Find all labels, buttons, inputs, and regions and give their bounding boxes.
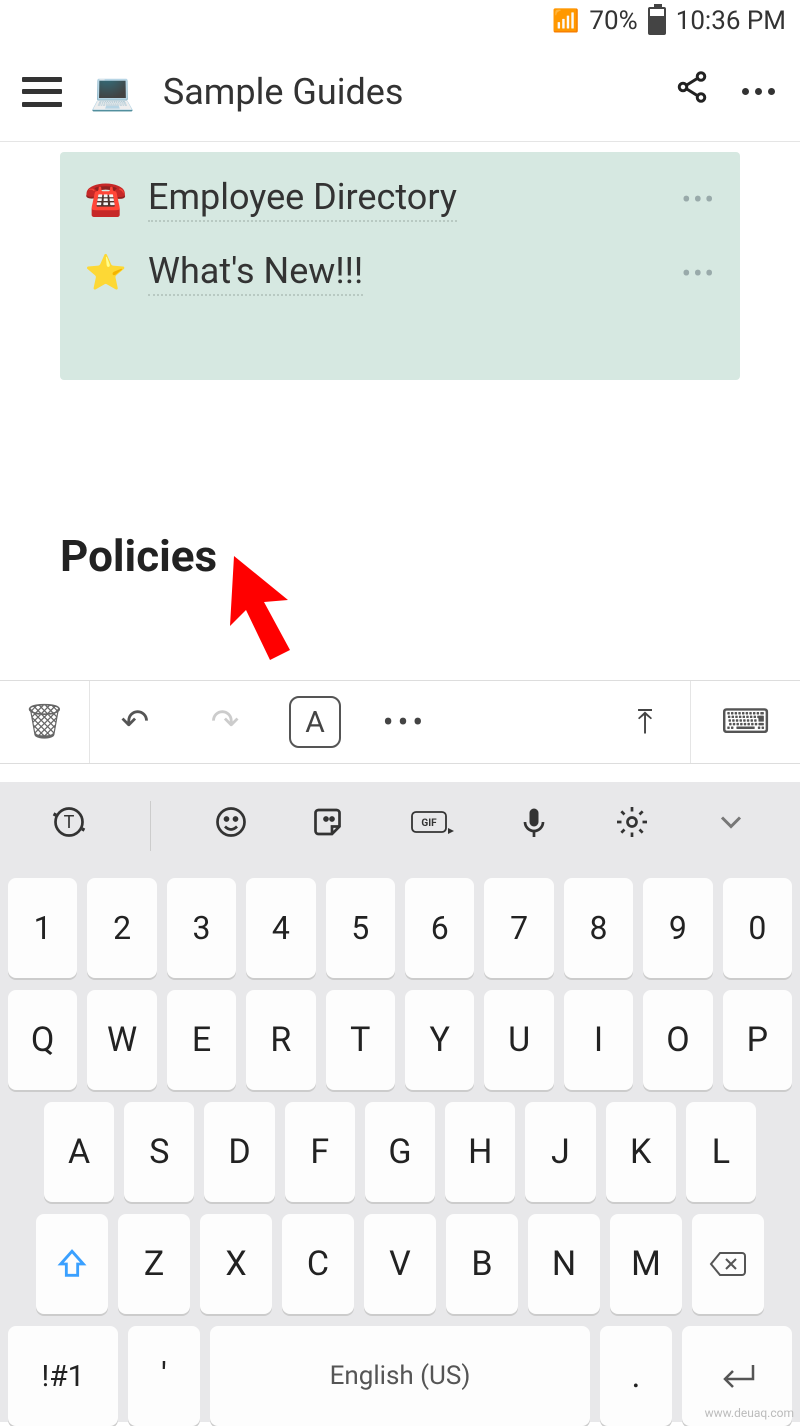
key-backspace[interactable] xyxy=(692,1214,764,1314)
key-6[interactable]: 6 xyxy=(405,878,474,978)
key-period[interactable]: . xyxy=(600,1326,672,1426)
key-x[interactable]: X xyxy=(200,1214,272,1314)
key-row-numbers: 1 2 3 4 5 6 7 8 9 0 xyxy=(8,878,792,978)
key-9[interactable]: 9 xyxy=(643,878,712,978)
app-bar: 💻 Sample Guides xyxy=(0,42,800,142)
key-s[interactable]: S xyxy=(124,1102,194,1202)
watermark: www.deuaq.com xyxy=(705,1406,794,1420)
key-1[interactable]: 1 xyxy=(8,878,77,978)
svg-text:GIF: GIF xyxy=(421,818,437,829)
list-item: ☎️ Employee Directory ••• xyxy=(60,162,740,236)
heading-policies[interactable]: Policies xyxy=(60,530,800,582)
content-area: ☎️ Employee Directory ••• ⭐ What's New!!… xyxy=(0,152,800,582)
key-row-3: Z X C V B N M xyxy=(8,1214,792,1314)
phone-icon: ☎️ xyxy=(84,179,128,219)
toolbar-more-icon[interactable]: ••• xyxy=(360,681,450,763)
key-row-2: A S D F G H J K L xyxy=(8,1102,792,1202)
battery-percent: 70% xyxy=(589,6,637,36)
link-whats-new[interactable]: What's New!!! xyxy=(148,250,363,296)
keyboard: 1 2 3 4 5 6 7 8 9 0 Q W E R T Y U I O P … xyxy=(0,870,800,1422)
editor-toolbar: 🗑 ↶ ↷ A ••• ⤒ ⌨ xyxy=(0,680,800,764)
clock: 10:36 PM xyxy=(676,6,786,36)
key-g[interactable]: G xyxy=(365,1102,435,1202)
key-u[interactable]: U xyxy=(484,990,553,1090)
key-2[interactable]: 2 xyxy=(87,878,156,978)
key-k[interactable]: K xyxy=(606,1102,676,1202)
key-l[interactable]: L xyxy=(686,1102,756,1202)
key-i[interactable]: I xyxy=(564,990,633,1090)
key-7[interactable]: 7 xyxy=(484,878,553,978)
redo-icon: ↷ xyxy=(180,681,270,763)
key-h[interactable]: H xyxy=(445,1102,515,1202)
sticker-icon[interactable] xyxy=(311,804,347,849)
key-f[interactable]: F xyxy=(285,1102,355,1202)
keyboard-toolbar: T GIF xyxy=(0,782,800,870)
key-space[interactable]: English (US) xyxy=(210,1326,590,1426)
gif-icon[interactable]: GIF xyxy=(410,804,454,849)
key-row-4: !#1 ' English (US) . xyxy=(8,1326,792,1426)
key-v[interactable]: V xyxy=(364,1214,436,1314)
key-4[interactable]: 4 xyxy=(246,878,315,978)
key-e[interactable]: E xyxy=(167,990,236,1090)
key-apostrophe[interactable]: ' xyxy=(128,1326,200,1426)
share-icon[interactable] xyxy=(674,69,710,114)
key-o[interactable]: O xyxy=(643,990,712,1090)
undo-icon[interactable]: ↶ xyxy=(90,681,180,763)
key-a[interactable]: A xyxy=(44,1102,114,1202)
key-w[interactable]: W xyxy=(87,990,156,1090)
text-scan-icon[interactable]: T xyxy=(51,804,87,849)
menu-icon[interactable] xyxy=(22,77,62,107)
scroll-top-icon[interactable]: ⤒ xyxy=(600,681,690,763)
key-t[interactable]: T xyxy=(326,990,395,1090)
svg-text:T: T xyxy=(64,812,75,833)
mic-icon[interactable] xyxy=(516,804,552,849)
annotation-arrow-icon xyxy=(226,552,316,662)
row-more-icon[interactable]: ••• xyxy=(682,183,716,216)
key-symbols[interactable]: !#1 xyxy=(8,1326,118,1426)
key-0[interactable]: 0 xyxy=(723,878,792,978)
key-z[interactable]: Z xyxy=(118,1214,190,1314)
key-m[interactable]: M xyxy=(610,1214,682,1314)
status-bar: 📶 70% 10:36 PM xyxy=(0,0,800,42)
key-n[interactable]: N xyxy=(528,1214,600,1314)
collapse-icon[interactable] xyxy=(713,804,749,849)
delete-icon[interactable]: 🗑 xyxy=(0,681,90,763)
guide-card: ☎️ Employee Directory ••• ⭐ What's New!!… xyxy=(60,152,740,380)
key-j[interactable]: J xyxy=(525,1102,595,1202)
page-title: Sample Guides xyxy=(163,71,646,113)
key-b[interactable]: B xyxy=(446,1214,518,1314)
key-5[interactable]: 5 xyxy=(326,878,395,978)
key-8[interactable]: 8 xyxy=(564,878,633,978)
wifi-icon: 📶 xyxy=(552,9,579,34)
key-shift[interactable] xyxy=(36,1214,108,1314)
key-d[interactable]: D xyxy=(204,1102,274,1202)
laptop-icon: 💻 xyxy=(90,71,135,113)
text-format-icon: A xyxy=(289,696,341,748)
emoji-icon[interactable] xyxy=(213,804,249,849)
key-r[interactable]: R xyxy=(246,990,315,1090)
divider xyxy=(150,801,151,851)
row-more-icon[interactable]: ••• xyxy=(682,257,716,290)
key-y[interactable]: Y xyxy=(405,990,474,1090)
star-icon: ⭐ xyxy=(84,253,128,293)
list-item: ⭐ What's New!!! ••• xyxy=(60,236,740,310)
key-q[interactable]: Q xyxy=(8,990,77,1090)
settings-icon[interactable] xyxy=(614,804,650,849)
text-format-button[interactable]: A xyxy=(270,681,360,763)
overflow-menu-icon[interactable] xyxy=(738,88,778,95)
key-row-1: Q W E R T Y U I O P xyxy=(8,990,792,1090)
link-employee-directory[interactable]: Employee Directory xyxy=(148,176,457,222)
key-3[interactable]: 3 xyxy=(167,878,236,978)
key-p[interactable]: P xyxy=(723,990,792,1090)
battery-icon xyxy=(648,7,666,35)
key-c[interactable]: C xyxy=(282,1214,354,1314)
keyboard-toggle-icon[interactable]: ⌨ xyxy=(690,681,800,763)
